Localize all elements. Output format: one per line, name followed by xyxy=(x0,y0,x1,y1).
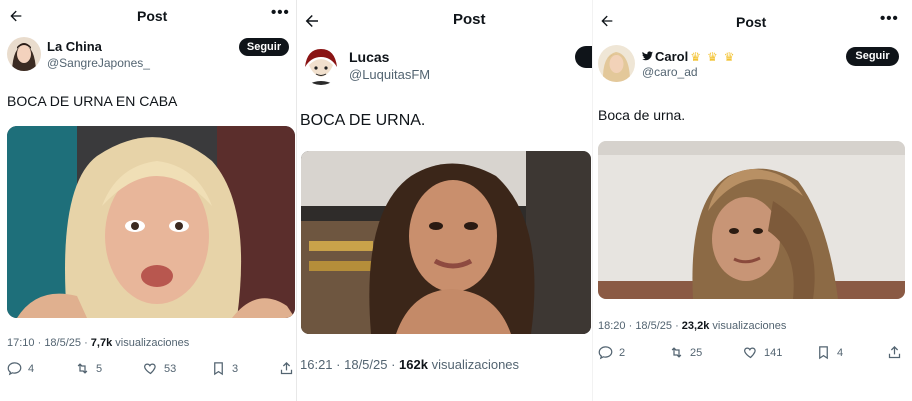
share-button[interactable] xyxy=(887,345,902,360)
repost-icon xyxy=(77,363,88,374)
back-arrow-icon[interactable] xyxy=(303,12,321,30)
post-panel-1: Post ••• La China @SangreJapones_ Seguir… xyxy=(0,0,297,401)
view-count: 23,2k xyxy=(681,320,710,332)
views-label: visualizaciones xyxy=(115,337,190,349)
repost-button[interactable]: 5 xyxy=(75,361,102,376)
post-text: BOCA DE URNA. xyxy=(300,112,426,129)
bookmark-count: 3 xyxy=(232,362,239,375)
reply-icon xyxy=(598,346,613,360)
author-handle[interactable]: @caro_ad xyxy=(642,65,698,79)
crown-icon: ♛ xyxy=(690,49,701,64)
avatar[interactable] xyxy=(7,37,41,71)
post-panel-3: Post ••• Carol ♛ ♛ ♛ @caro_ad Seguir Boc… xyxy=(593,0,912,401)
post-date: 18/5/25 xyxy=(344,357,388,372)
crown-icon: ♛ xyxy=(707,49,718,64)
post-image[interactable] xyxy=(7,126,295,318)
avatar[interactable] xyxy=(301,45,341,85)
post-meta: 17:10 · 18/5/25 · 7,7k visualizaciones xyxy=(7,337,190,349)
heart-icon xyxy=(144,363,156,375)
views-label: visualizaciones xyxy=(431,357,520,372)
bookmark-button[interactable]: 3 xyxy=(211,361,238,376)
share-icon xyxy=(280,361,293,375)
heart-icon xyxy=(744,347,756,359)
like-count: 141 xyxy=(764,346,783,359)
bookmark-count: 4 xyxy=(837,346,844,359)
bird-icon xyxy=(642,51,653,61)
view-count: 7,7k xyxy=(90,337,113,349)
page-title: Post xyxy=(137,8,168,24)
post-image[interactable] xyxy=(301,151,591,334)
repost-count: 25 xyxy=(690,346,703,359)
author-name-row[interactable]: Carol ♛ ♛ ♛ xyxy=(642,49,735,64)
like-count: 53 xyxy=(164,362,177,375)
author-name[interactable]: Lucas xyxy=(349,49,389,65)
post-time: 18:20 xyxy=(598,320,626,332)
reply-count: 4 xyxy=(28,362,35,375)
reply-button[interactable]: 2 xyxy=(598,345,625,360)
author-name: Carol xyxy=(655,49,689,64)
bookmark-icon xyxy=(214,362,223,376)
post-time: 16:21 xyxy=(300,357,333,372)
back-arrow-icon[interactable] xyxy=(8,8,24,24)
post-text: BOCA DE URNA EN CABA xyxy=(7,93,178,109)
avatar[interactable] xyxy=(598,45,635,82)
post-text: Boca de urna. xyxy=(598,107,686,123)
post-date: 18/5/25 xyxy=(635,320,673,332)
share-button[interactable] xyxy=(279,361,294,376)
author-name[interactable]: La China xyxy=(47,39,102,54)
share-icon xyxy=(888,345,901,359)
follow-button[interactable] xyxy=(575,46,593,68)
reply-count: 2 xyxy=(619,346,626,359)
like-button[interactable]: 141 xyxy=(743,345,782,360)
repost-button[interactable]: 25 xyxy=(669,345,702,360)
post-meta: 16:21 · 18/5/25 · 162k visualizaciones xyxy=(300,357,520,372)
post-panel-2: Post Lucas @LuquitasFM BOCA DE URNA. 16:… xyxy=(297,0,593,401)
more-options-icon[interactable]: ••• xyxy=(880,10,899,27)
bookmark-button[interactable]: 4 xyxy=(816,345,843,360)
view-count: 162k xyxy=(399,357,428,372)
back-arrow-icon[interactable] xyxy=(599,13,615,29)
follow-button[interactable]: Seguir xyxy=(846,47,899,66)
reply-button[interactable]: 4 xyxy=(7,361,34,376)
post-image[interactable] xyxy=(598,141,905,299)
page-title: Post xyxy=(736,14,767,30)
post-meta: 18:20 · 18/5/25 · 23,2k visualizaciones xyxy=(598,320,787,332)
reply-icon xyxy=(7,362,22,376)
bookmark-icon xyxy=(819,346,828,360)
views-label: visualizaciones xyxy=(712,320,787,332)
page-title: Post xyxy=(453,11,486,28)
author-handle[interactable]: @LuquitasFM xyxy=(349,67,430,82)
post-date: 18/5/25 xyxy=(44,337,82,349)
like-button[interactable]: 53 xyxy=(143,361,176,376)
crown-icon: ♛ xyxy=(723,49,735,64)
repost-count: 5 xyxy=(96,362,103,375)
repost-icon xyxy=(671,347,682,358)
post-time: 17:10 xyxy=(7,337,35,349)
follow-button[interactable]: Seguir xyxy=(239,38,289,56)
author-handle[interactable]: @SangreJapones_ xyxy=(47,56,150,70)
more-options-icon[interactable]: ••• xyxy=(271,4,290,21)
